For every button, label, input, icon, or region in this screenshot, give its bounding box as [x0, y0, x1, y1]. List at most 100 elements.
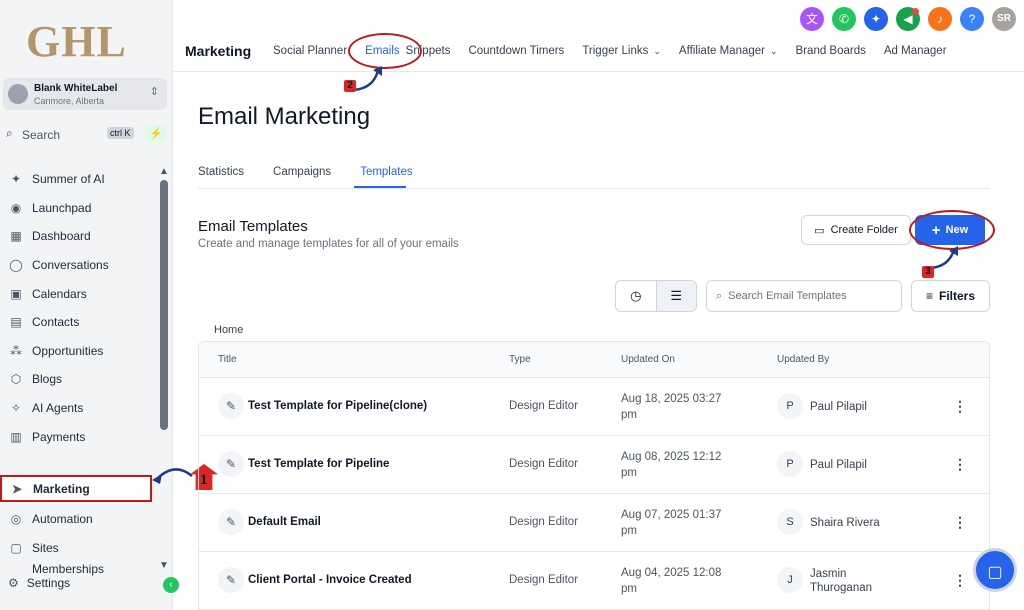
tab-statistics[interactable]: Statistics: [198, 166, 244, 178]
template-updated-on: Aug 04, 2025 12:08 pm: [621, 567, 722, 595]
template-icon: ✎: [218, 393, 244, 419]
quick-action-bolt-icon[interactable]: ⚡: [146, 125, 166, 143]
gear-icon: ⚙: [8, 576, 19, 590]
template-type: Design Editor: [509, 516, 579, 528]
more-options-icon[interactable]: ⋮: [953, 456, 967, 473]
templates-table: Title Type Updated On Updated By ✎ Test …: [198, 341, 990, 610]
chat-icon: ▢: [987, 564, 1003, 581]
tab-countdown-timers[interactable]: Countdown Timers: [468, 45, 564, 57]
more-options-icon[interactable]: ⋮: [953, 398, 967, 415]
template-title[interactable]: Client Portal - Invoice Created: [248, 574, 412, 586]
column-updated-by: Updated By: [777, 354, 830, 365]
sidebar-search-label: Search: [22, 128, 61, 142]
phone-icon[interactable]: ✆: [832, 7, 856, 31]
annotation-step-3: 3: [922, 266, 934, 278]
column-type: Type: [509, 354, 531, 365]
sidebar-item-conversations[interactable]: ◯ Conversations: [0, 251, 160, 280]
sidebar-item-memberships[interactable]: Memberships: [0, 562, 160, 576]
sidebar-item-automation[interactable]: ◎ Automation: [0, 505, 160, 534]
sidebar-item-payments[interactable]: ▥ Payments: [0, 422, 160, 451]
filter-icon: ≡: [925, 289, 933, 303]
chat-widget-button[interactable]: ▢: [973, 548, 1017, 592]
tab-campaigns[interactable]: Campaigns: [273, 166, 331, 178]
sites-icon: ▢: [10, 540, 22, 555]
account-name: Blank WhiteLabel: [34, 83, 118, 94]
template-title[interactable]: Test Template for Pipeline: [248, 458, 389, 470]
sidebar-item-blogs[interactable]: ⬡ Blogs: [0, 365, 160, 394]
sidebar-item-dashboard[interactable]: ▦ Dashboard: [0, 222, 160, 251]
bell-icon[interactable]: ♪: [928, 7, 952, 31]
sidebar-item-ai-agents[interactable]: ✧ AI Agents: [0, 394, 160, 423]
template-title[interactable]: Test Template for Pipeline(clone): [248, 400, 427, 412]
sidebar-item-label: Sites: [32, 540, 59, 555]
avatar: P: [777, 393, 803, 419]
sidebar-item-launchpad[interactable]: ◉ Launchpad: [0, 194, 160, 223]
sidebar-item-label: Conversations: [32, 258, 109, 273]
tab-trigger-links-group[interactable]: Trigger Links ⌄: [582, 45, 661, 57]
filters-label: Filters: [939, 289, 976, 303]
chevron-down-icon: ⌄: [770, 46, 778, 56]
payments-icon: ▥: [10, 429, 22, 444]
megaphone-icon[interactable]: ◀: [896, 7, 920, 31]
template-updated-on: Aug 08, 2025 12:12 pm: [621, 451, 722, 479]
scroll-up-icon[interactable]: ▲: [159, 166, 169, 177]
avatar: P: [777, 451, 803, 477]
sidebar-item-label: AI Agents: [32, 401, 84, 416]
table-row[interactable]: ✎ Test Template for Pipeline(clone) Desi…: [199, 378, 989, 436]
more-options-icon[interactable]: ⋮: [953, 572, 967, 589]
template-search-input[interactable]: ⌕ Search Email Templates: [706, 280, 902, 312]
table-row[interactable]: ✎ Client Portal - Invoice Created Design…: [199, 552, 989, 609]
user-avatar[interactable]: SR: [992, 7, 1016, 31]
top-bar: 文 ✆ ✦ ◀ ♪ ? SR Marketing Social Planner …: [173, 0, 1024, 72]
sidebar-item-calendars[interactable]: ▣ Calendars: [0, 279, 160, 308]
sidebar-item-opportunities[interactable]: ⁂ Opportunities: [0, 337, 160, 366]
template-type: Design Editor: [509, 400, 579, 412]
rocket-icon: ◉: [10, 200, 22, 215]
list-icon: ☰: [670, 288, 683, 303]
brand-logo[interactable]: GHL: [26, 16, 127, 67]
template-icon: ✎: [218, 451, 244, 477]
search-shortcut: ctrl K: [107, 127, 134, 139]
sidebar-item-marketing[interactable]: ➤ Marketing: [0, 475, 152, 502]
tab-templates[interactable]: Templates: [360, 166, 412, 178]
sidebar-item-sites[interactable]: ▢ Sites: [0, 534, 160, 563]
sub-tabs: Statistics Campaigns Templates: [198, 166, 413, 178]
template-type: Design Editor: [509, 458, 579, 470]
table-row[interactable]: ✎ Test Template for Pipeline Design Edit…: [199, 436, 989, 494]
sidebar-item-label: Launchpad: [32, 200, 92, 215]
tab-social-planner[interactable]: Social Planner: [273, 45, 347, 57]
sidebar-search[interactable]: ⌕ Search ctrl K: [3, 124, 139, 144]
grid-icon: ▦: [10, 229, 22, 244]
template-updated-by: Jasmin Thuroganan: [810, 568, 873, 594]
tab-brand-boards[interactable]: Brand Boards: [796, 45, 866, 57]
folder-icon: ▭: [814, 224, 825, 237]
tab-ad-manager[interactable]: Ad Manager: [884, 45, 947, 57]
tab-affiliate-manager-group[interactable]: Affiliate Manager ⌄: [679, 45, 778, 57]
sidebar-item-summer-of-ai[interactable]: ✦ Summer of AI: [0, 165, 160, 194]
automation-icon: ◎: [10, 512, 22, 527]
chat-icon: ◯: [9, 258, 23, 273]
ai-agent-icon: ✧: [10, 401, 22, 416]
scroll-down-icon[interactable]: ▼: [159, 560, 169, 571]
module-title: Marketing: [185, 43, 252, 59]
breadcrumb[interactable]: Home: [214, 324, 243, 336]
sidebar-item-settings[interactable]: ⚙ Settings: [8, 576, 70, 590]
filters-button[interactable]: ≡ Filters: [911, 280, 990, 312]
table-row[interactable]: ✎ Default Email Design Editor Aug 07, 20…: [199, 494, 989, 552]
create-folder-button[interactable]: ▭ Create Folder: [801, 215, 911, 245]
translate-icon[interactable]: 文: [800, 7, 824, 31]
list-view-button[interactable]: ☰: [655, 281, 696, 311]
template-title[interactable]: Default Email: [248, 516, 321, 528]
sidebar-item-label: Marketing: [33, 481, 90, 496]
sidebar-item-contacts[interactable]: ▤ Contacts: [0, 308, 160, 337]
help-icon[interactable]: ?: [960, 7, 984, 31]
more-options-icon[interactable]: ⋮: [953, 514, 967, 531]
recent-view-button[interactable]: ◷: [616, 281, 656, 311]
tab-divider: [198, 188, 990, 189]
avatar: J: [777, 567, 803, 593]
account-switcher[interactable]: Blank WhiteLabel Canmore, Alberta ⇕: [3, 78, 167, 110]
create-folder-label: Create Folder: [830, 224, 898, 236]
magic-icon[interactable]: ✦: [864, 7, 888, 31]
sidebar-scrollbar[interactable]: [160, 180, 168, 430]
section-subtitle: Create and manage templates for all of y…: [198, 238, 459, 250]
